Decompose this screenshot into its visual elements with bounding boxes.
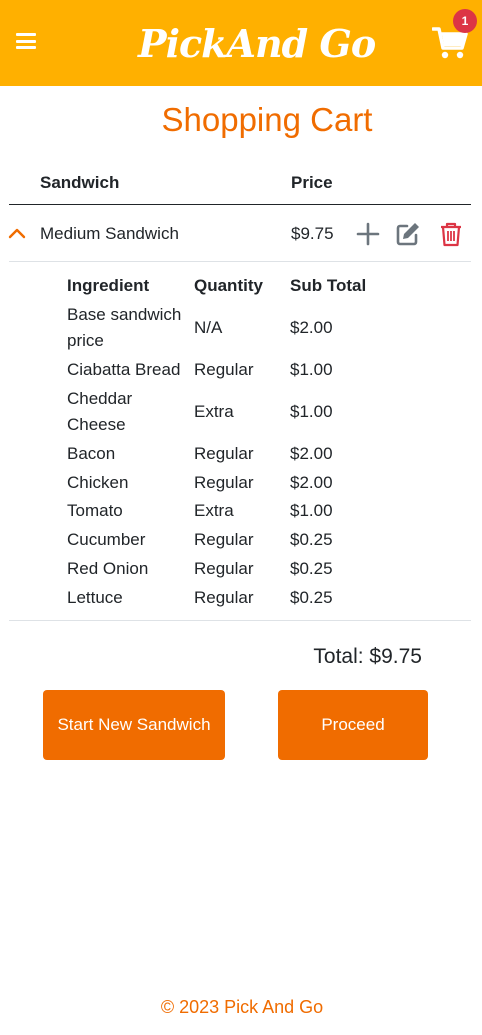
cart-item-name: Medium Sandwich: [40, 224, 179, 243]
column-header-ingredient: Ingredient: [67, 276, 150, 295]
cart-item-price: $9.75: [291, 224, 334, 243]
ingredient-quantity: Regular: [194, 530, 254, 549]
ingredient-name: Bacon: [67, 444, 116, 463]
proceed-button[interactable]: Proceed: [278, 690, 428, 760]
ingredient-subtotal: $0.25: [290, 530, 333, 549]
plus-icon[interactable]: [355, 221, 381, 247]
ingredient-subtotal: $0.25: [290, 559, 333, 578]
ingredient-row: Base sandwich price N/A $2.00: [0, 302, 482, 354]
ingredient-quantity: Extra: [194, 402, 234, 421]
ingredient-name: Ciabatta Bread: [67, 360, 181, 379]
hamburger-menu-icon[interactable]: [16, 33, 36, 49]
item-divider: [9, 261, 471, 262]
ingredient-subtotal: $1.00: [290, 402, 333, 421]
ingredient-quantity: Regular: [194, 360, 254, 379]
ingredients-divider: [9, 620, 471, 621]
column-header-subtotal: Sub Total: [290, 276, 367, 295]
ingredient-row: Cheddar Cheese Extra $1.00: [0, 386, 482, 438]
ingredient-subtotal: $2.00: [290, 473, 333, 492]
brand-logo-text: PickAnd Go: [138, 21, 376, 66]
ingredient-subtotal: $2.00: [290, 318, 333, 337]
ingredient-quantity: Regular: [194, 559, 254, 578]
top-navbar: PickAnd Go 1: [0, 0, 482, 86]
ingredient-quantity: Regular: [194, 444, 254, 463]
ingredient-name: Base sandwich price: [67, 305, 182, 350]
ingredient-name: Tomato: [67, 501, 123, 520]
start-new-sandwich-button[interactable]: Start New Sandwich: [43, 690, 225, 760]
cart-total: Total: $9.75: [313, 645, 422, 668]
ingredient-subtotal: $2.00: [290, 444, 333, 463]
ingredient-subtotal: $1.00: [290, 360, 333, 379]
cart-count-badge: 1: [453, 9, 477, 33]
ingredient-name: Lettuce: [67, 588, 123, 607]
ingredient-name: Chicken: [67, 473, 129, 492]
edit-icon[interactable]: [395, 221, 421, 247]
ingredient-name: Cucumber: [67, 530, 146, 549]
page-title: Shopping Cart: [161, 101, 373, 138]
brand-logo[interactable]: PickAnd Go: [138, 16, 376, 72]
ingredient-subtotal: $1.00: [290, 501, 333, 520]
column-header-price: Price: [291, 173, 333, 192]
chevron-up-icon[interactable]: [8, 227, 26, 239]
trash-icon[interactable]: [438, 221, 464, 247]
column-header-quantity: Quantity: [194, 276, 263, 295]
ingredient-subtotal: $0.25: [290, 588, 333, 607]
ingredient-quantity: Extra: [194, 501, 234, 520]
ingredient-quantity: Regular: [194, 588, 254, 607]
ingredient-quantity: Regular: [194, 473, 254, 492]
ingredient-quantity: N/A: [194, 318, 223, 337]
ingredient-name: Cheddar Cheese: [67, 389, 133, 434]
footer-copyright: © 2023 Pick And Go: [160, 997, 324, 1017]
column-header-sandwich: Sandwich: [40, 173, 120, 192]
ingredient-name: Red Onion: [67, 559, 149, 578]
table-header-divider: [9, 204, 471, 205]
